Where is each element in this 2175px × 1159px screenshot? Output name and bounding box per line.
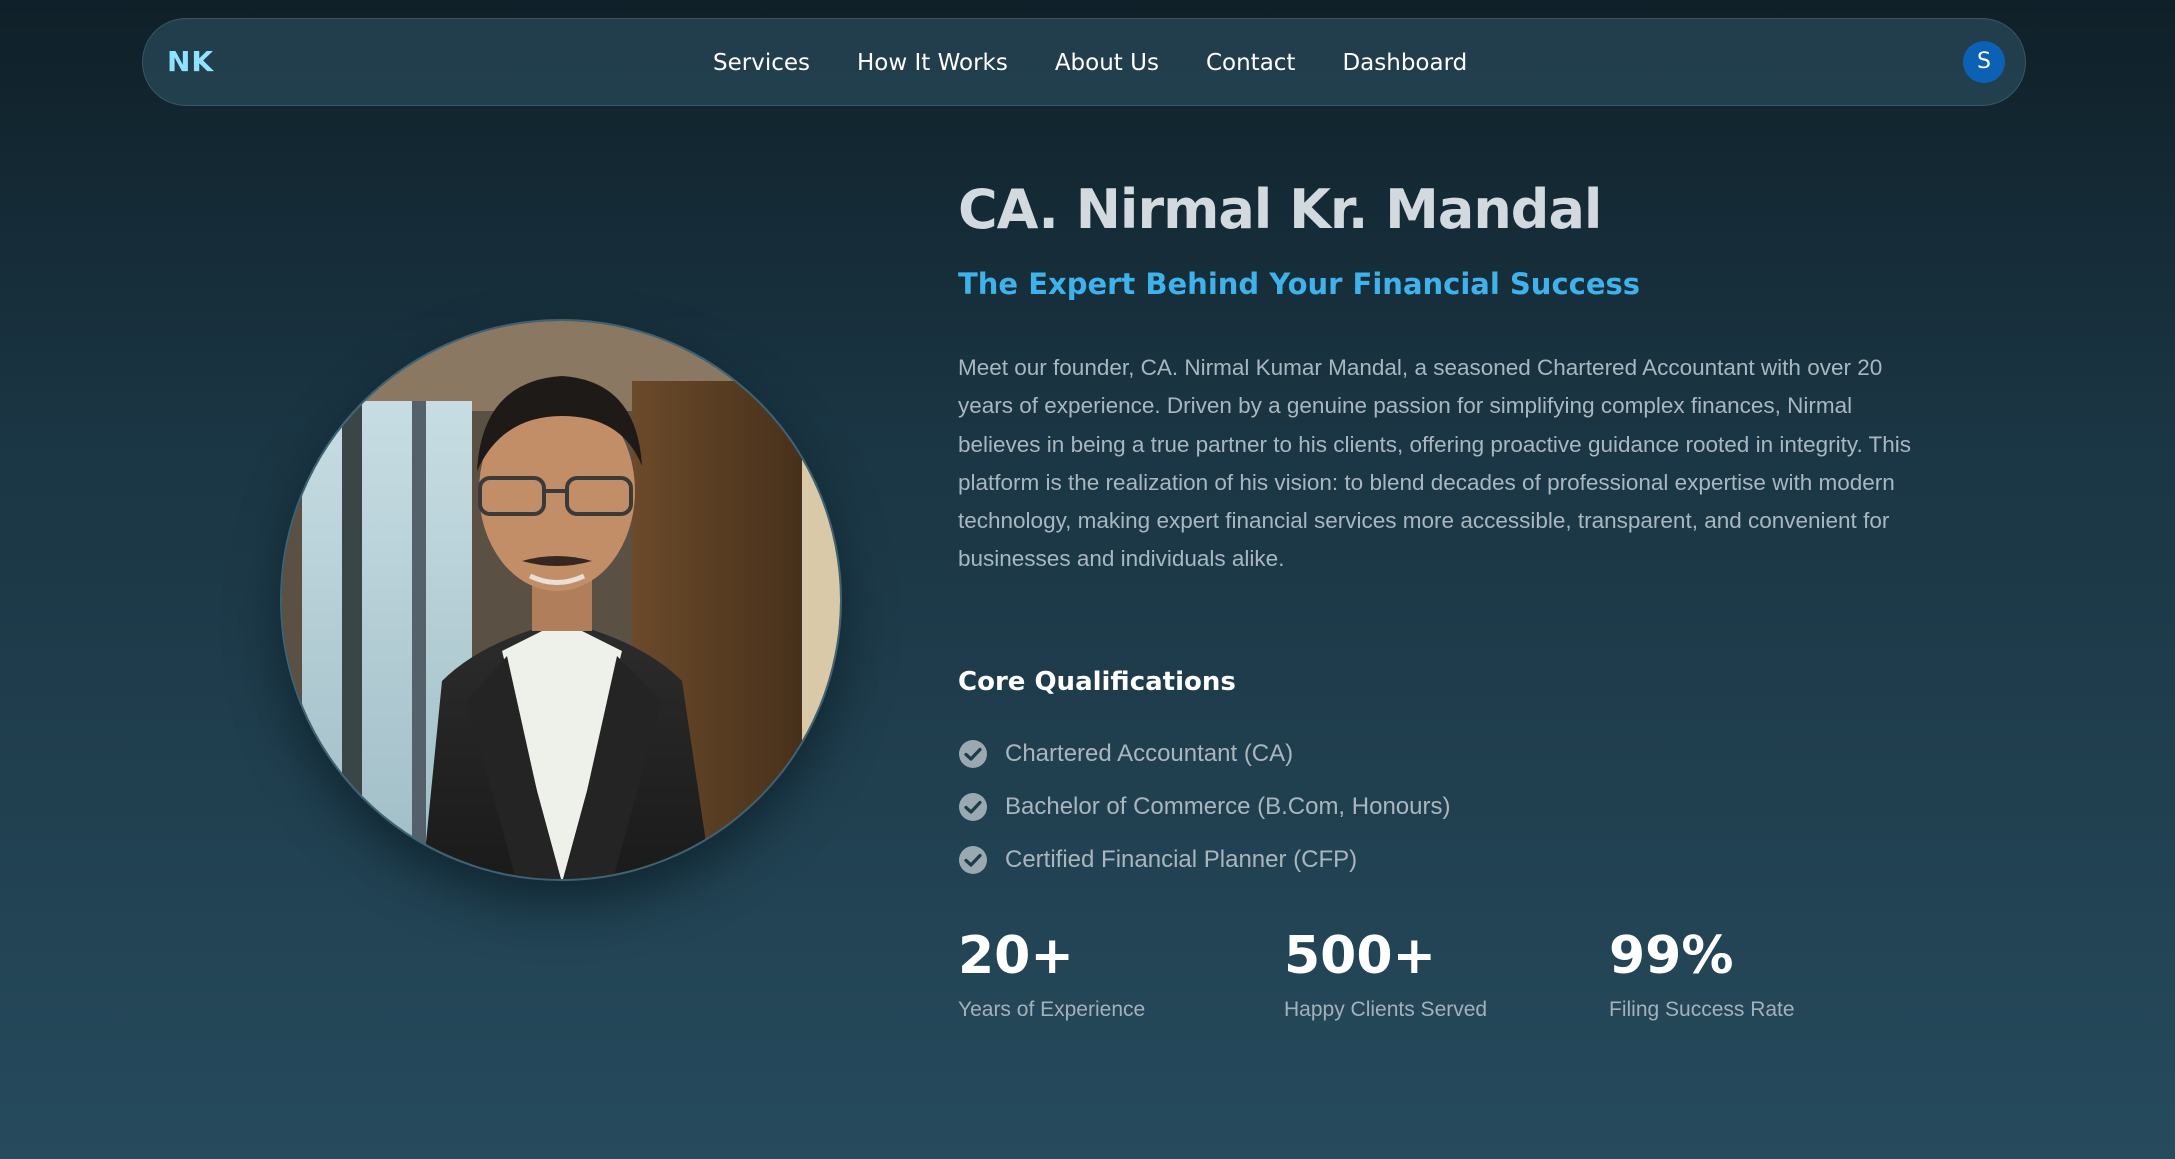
nav-link-contact[interactable]: Contact [1206, 50, 1295, 76]
stat-happy-clients: 500+ Happy Clients Served [1284, 924, 1564, 1022]
founder-name: CA. Nirmal Kr. Mandal [958, 178, 1602, 241]
check-circle-icon [959, 845, 987, 874]
nav-link-how-it-works[interactable]: How It Works [857, 50, 1008, 76]
stat-years-experience: 20+ Years of Experience [958, 924, 1238, 1022]
top-navbar: NK Services How It Works About Us Contac… [142, 18, 2026, 106]
stat-filing-success: 99% Filing Success Rate [1609, 924, 1889, 1022]
stat-value: 500+ [1284, 926, 1437, 986]
qualifications-list: Chartered Accountant (CA) Bachelor of Co… [958, 727, 1450, 886]
stat-value: 99% [1609, 926, 1734, 986]
founder-tagline: The Expert Behind Your Financial Success [958, 267, 1641, 301]
nav-links: Services How It Works About Us Contact D… [713, 19, 1467, 107]
user-avatar-button[interactable]: S [1963, 41, 2005, 83]
qualifications-heading: Core Qualifications [958, 667, 1236, 697]
qualification-label: Bachelor of Commerce (B.Com, Honours) [1005, 792, 1451, 820]
qualification-item: Bachelor of Commerce (B.Com, Honours) [958, 780, 1450, 833]
stat-value: 20+ [958, 926, 1074, 986]
nav-link-about-us[interactable]: About Us [1055, 50, 1159, 76]
founder-portrait [280, 319, 842, 881]
nav-link-services[interactable]: Services [713, 50, 810, 76]
stat-label: Years of Experience [958, 998, 1146, 1021]
stat-label: Happy Clients Served [1284, 998, 1488, 1021]
brand-logo[interactable]: NK [167, 45, 214, 78]
check-circle-icon [959, 792, 987, 821]
qualification-item: Chartered Accountant (CA) [958, 727, 1450, 780]
check-circle-icon [959, 739, 987, 768]
qualification-label: Chartered Accountant (CA) [1005, 739, 1294, 767]
founder-bio: Meet our founder, CA. Nirmal Kumar Manda… [958, 355, 1912, 572]
qualification-label: Certified Financial Planner (CFP) [1005, 845, 1358, 873]
qualification-item: Certified Financial Planner (CFP) [958, 833, 1450, 886]
stat-label: Filing Success Rate [1609, 998, 1795, 1021]
nav-link-dashboard[interactable]: Dashboard [1342, 50, 1467, 76]
founder-photo [282, 321, 840, 879]
